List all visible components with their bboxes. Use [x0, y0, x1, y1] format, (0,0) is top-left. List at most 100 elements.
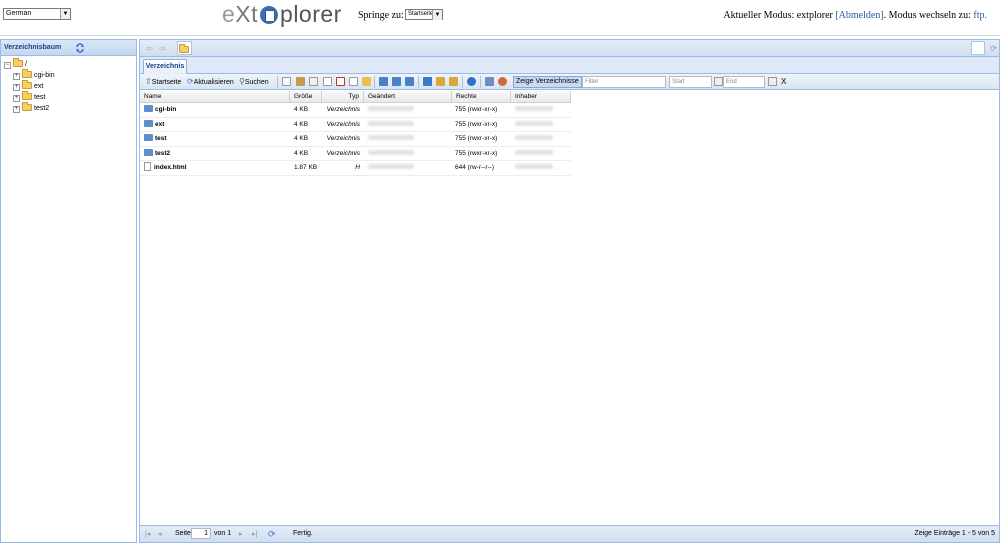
cell-size: 1.87 KB [294, 164, 318, 172]
new-file-icon[interactable] [282, 77, 291, 86]
logout-icon[interactable] [498, 77, 507, 86]
folder-icon [22, 102, 32, 111]
path-box[interactable] [971, 41, 985, 55]
upload-icon[interactable] [423, 77, 432, 86]
column-header-name[interactable]: Name [140, 91, 290, 103]
refresh-icon[interactable]: ⟳ [990, 44, 997, 53]
download-icon[interactable] [405, 77, 414, 86]
cell-owner [515, 161, 553, 175]
home-button-label: Startseite [151, 79, 182, 86]
page-label: Seite [175, 530, 191, 537]
prev-page-icon[interactable]: ◂ [158, 530, 162, 538]
column-header-owner[interactable]: Inhaber [511, 91, 571, 103]
paging-summary: Zeige Einträge 1 - 5 von 5 [914, 530, 995, 537]
tree-item-label: test [34, 94, 46, 101]
logo-text-plorer: plorer [280, 1, 342, 27]
paging-bar: |◂ ◂ Seite 1 von 1 ▸ ▸| ⟳ Fertig. Zeige … [140, 525, 999, 542]
cell-modified [368, 147, 414, 161]
logout-link[interactable]: [Abmelden] [835, 10, 883, 21]
toolbar-separator [374, 76, 375, 88]
file-name: ext [155, 120, 165, 128]
search-button[interactable]: ⚲Suchen [239, 77, 269, 88]
cell-permissions: 644 (rw-r--r--) [455, 164, 494, 172]
expand-icon[interactable]: + [13, 106, 20, 113]
extract-icon[interactable] [449, 77, 458, 86]
view-icon[interactable] [379, 77, 388, 86]
file-name: test2 [155, 149, 171, 157]
delete-icon[interactable] [336, 77, 345, 86]
rename-icon[interactable] [349, 77, 358, 86]
forward-icon[interactable]: ⇨ [159, 44, 166, 53]
cell-name: test [144, 132, 167, 146]
language-select[interactable]: German ▼ [3, 8, 71, 20]
permissions-icon[interactable] [362, 77, 371, 86]
folder-open-icon [13, 58, 23, 67]
header: German ▼ eXt plorer Springe zu: Startseit… [0, 0, 1000, 36]
calendar-icon[interactable] [714, 77, 723, 86]
column-header-modified[interactable]: Geändert [364, 91, 452, 103]
chevron-down-icon: ▼ [432, 10, 442, 20]
end-date-input[interactable]: End [723, 76, 765, 88]
folder-icon [22, 69, 32, 78]
ftp-link[interactable]: ftp. [973, 10, 987, 21]
copy-icon[interactable] [309, 77, 318, 86]
home-button[interactable]: ⇧Startseite [145, 77, 181, 88]
table-row[interactable]: test2 4 KB Verzeichnis 755 (rwxr-xr-x) [140, 147, 571, 162]
collapse-icon[interactable]: − [4, 62, 11, 69]
logo-text-xt: Xt [235, 1, 259, 27]
paste-icon[interactable] [323, 77, 332, 86]
details-icon[interactable] [392, 77, 401, 86]
mode-prefix: Aktueller Modus: extplorer [723, 10, 833, 21]
cell-type: H [355, 164, 360, 172]
table-row[interactable]: test 4 KB Verzeichnis 755 (rwxr-xr-x) [140, 132, 571, 147]
clear-filter-button[interactable]: X [781, 77, 786, 87]
folder-icon [179, 44, 189, 53]
last-page-icon[interactable]: ▸| [252, 530, 257, 538]
expand-icon[interactable]: + [13, 84, 20, 91]
start-date-input[interactable]: Start [669, 76, 712, 88]
status-text: Fertig. [293, 530, 313, 537]
up-arrow-icon: ⇧ [145, 77, 152, 86]
folder-icon [144, 148, 153, 156]
first-page-icon[interactable]: |◂ [145, 530, 150, 538]
chevron-down-icon: ▼ [60, 9, 70, 19]
column-header-permissions[interactable]: Rechte [452, 91, 511, 103]
logo-text-e: e [222, 1, 236, 27]
toolbar-separator [418, 76, 419, 88]
language-select-value: German [6, 10, 32, 17]
archive-icon[interactable] [436, 77, 445, 86]
column-header-type[interactable]: Typ [322, 91, 364, 103]
edit-icon[interactable] [296, 77, 305, 86]
tree-item-label: ext [34, 83, 44, 90]
table-row[interactable]: index.html 1.87 KB H 644 (rw-r--r--) [140, 161, 571, 176]
expand-icon[interactable]: + [13, 73, 20, 80]
current-folder-button[interactable] [177, 41, 192, 55]
mode-status: Aktueller Modus: extplorer [Abmelden]. M… [723, 10, 987, 21]
jump-select[interactable]: Startseite ▼ [405, 9, 443, 20]
toolbar-separator [277, 76, 278, 88]
cell-type: Verzeichnis [326, 120, 360, 128]
cell-permissions: 755 (rwxr-xr-x) [455, 135, 498, 143]
table-row[interactable]: cgi-bin 4 KB Verzeichnis 755 (rwxr-xr-x) [140, 103, 571, 118]
expand-icon[interactable]: + [13, 95, 20, 102]
settings-icon[interactable] [485, 77, 494, 86]
directory-tree-panel: Verzeichnisbaum − / + cgi-bin + ext + test +… [0, 39, 137, 543]
tab-verzeichnis[interactable]: Verzeichnis [143, 59, 187, 74]
tree-item-test2[interactable]: + test2 [1, 102, 136, 114]
show-directories-toggle[interactable]: Zeige Verzeichnisse [513, 76, 582, 88]
table-row[interactable]: ext 4 KB Verzeichnis 755 (rwxr-xr-x) [140, 118, 571, 133]
refresh-icon[interactable]: ⟳ [268, 529, 276, 540]
extplorer-logo: eXt plorer [222, 1, 342, 27]
filter-input[interactable]: Filter [582, 76, 666, 88]
next-page-icon[interactable]: ▸ [239, 530, 243, 538]
help-icon[interactable] [467, 77, 476, 86]
grid-body: cgi-bin 4 KB Verzeichnis 755 (rwxr-xr-x) ext… [140, 103, 571, 176]
back-icon[interactable]: ⇦ [146, 44, 153, 53]
calendar-icon[interactable] [768, 77, 777, 86]
cell-name: ext [144, 118, 164, 132]
page-number-input[interactable]: 1 [191, 528, 211, 539]
refresh-icon[interactable] [75, 43, 85, 53]
column-header-size[interactable]: Größe [290, 91, 322, 103]
cell-owner [515, 103, 553, 117]
refresh-button[interactable]: ⟳Aktualisieren [187, 77, 234, 88]
